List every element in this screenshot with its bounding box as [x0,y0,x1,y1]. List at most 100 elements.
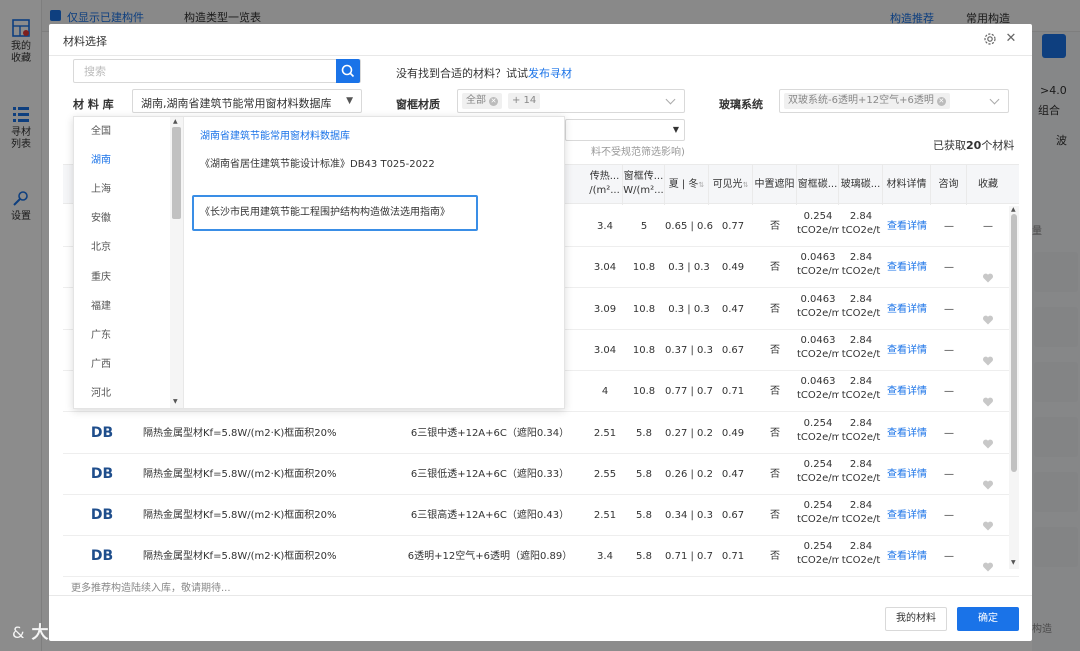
province-option[interactable]: 广东 [74,321,170,350]
view-detail-link[interactable]: 查看详情 [883,330,931,371]
table-row[interactable]: DB 隔热金属型材Kf=5.8W/(m2·K)框面积20% 6透明+12空气+6透明… [63,536,1019,578]
scroll-down-icon[interactable]: ▼ [1011,559,1016,566]
favorite-cell[interactable]: — [967,206,1009,247]
search-field[interactable] [73,59,361,83]
tag-text: 双玻系统-6透明+12空气+6透明 [788,95,934,106]
table-row[interactable]: DB 隔热金属型材Kf=5.8W/(m2·K)框面积20% 6三银低透+12A+6C… [63,453,1019,495]
sort-icon[interactable]: ⇅ [698,181,704,189]
view-detail-link[interactable]: 查看详情 [883,247,931,288]
table-row[interactable]: DB 隔热金属型材Kf=5.8W/(m2·K)框面积20% 6三银高透+12A+6C… [63,495,1019,537]
favorite-cell[interactable] [967,330,1009,371]
carbon-unit: tCO2e/t [841,225,881,236]
province-option[interactable]: 安徽 [74,204,170,233]
scroll-up-icon[interactable]: ▲ [173,118,178,125]
db-badge: DB [90,465,114,482]
heart-icon[interactable] [982,261,994,283]
heart-icon[interactable] [982,385,994,407]
heart-icon[interactable] [982,303,994,325]
db-badge: DB [90,507,114,524]
mid-shading-cell: 否 [770,551,780,563]
search-input[interactable] [74,60,324,82]
view-detail-link[interactable]: 查看详情 [883,454,931,495]
database-list: 湖南省建筑节能常用窗材料数据库 《湖南省居住建筑节能设计标准》DB43 T025-… [184,117,564,408]
carbon-value: 2.84 [849,334,873,346]
view-detail-link[interactable]: 查看详情 [883,413,931,454]
col-header-sc[interactable]: 夏 | 冬⇅ [665,165,709,205]
kf-value-cell: 5.8 [636,468,652,480]
tag-close-icon[interactable]: ✕ [936,97,946,106]
col-header-k[interactable]: 传热... /(m²... [587,165,623,205]
visible-light-cell: 0.49 [721,262,745,274]
view-detail-link[interactable]: 查看详情 [883,495,931,536]
consult-cell: — [944,468,954,480]
province-option[interactable]: 河北 [74,379,170,408]
frame-material-select[interactable]: 全部 ✕ + 14 [457,89,685,113]
province-option[interactable]: 北京 [74,233,170,262]
carbon-unit: tCO2e/m [797,431,839,443]
heart-icon[interactable] [982,427,994,448]
table-row[interactable]: DB 隔热金属型材Kf=5.8W/(m2·K)框面积20% 6三银中透+12A+6C… [63,412,1019,454]
publish-request-link[interactable]: 发布寻材 [528,67,572,80]
close-icon[interactable]: ✕ [1004,32,1018,46]
settings-gear-icon[interactable] [983,32,997,46]
partial-select[interactable]: ▼ [565,119,685,141]
province-scrollbar[interactable]: ▲ ▼ [170,117,183,408]
confirm-button[interactable]: 确定 [957,607,1019,631]
database-option[interactable]: 《湖南省居住建筑节能设计标准》DB43 T025-2022 [192,147,478,183]
library-select[interactable]: 湖南,湖南省建筑节能常用窗材料数据库 ▼ [132,89,362,113]
glass-carbon-cell: 2.84 tCO2e/t [839,413,883,454]
province-option[interactable]: 广西 [74,350,170,379]
tag-close-icon[interactable]: ✕ [489,97,498,106]
glass-carbon-cell: 2.84 tCO2e/t [839,289,883,330]
favorite-cell[interactable] [967,289,1009,330]
province-scroll-thumb[interactable] [172,127,181,219]
heart-icon[interactable] [982,509,994,531]
col-header-glass-carbon: 玻璃碳... [839,165,883,205]
view-detail-link[interactable]: 查看详情 [883,536,931,577]
my-materials-button[interactable]: 我的材料 [885,607,947,631]
favorite-cell[interactable] [967,413,1009,454]
view-detail-link[interactable]: 查看详情 [883,371,931,412]
province-option[interactable]: 上海 [74,175,170,204]
heart-icon[interactable] [982,344,994,366]
frame-tag-more: + 14 [508,93,541,109]
library-label: 材 料 库 [73,98,114,111]
frame-carbon-cell: 0.0463 tCO2e/m [797,247,839,288]
favorite-cell[interactable] [967,247,1009,288]
glass-tag[interactable]: 双玻系统-6透明+12空气+6透明 ✕ [784,93,950,109]
carbon-value: 2.84 [849,252,873,264]
sort-icon[interactable]: ⇅ [743,181,749,189]
favorite-cell[interactable] [967,495,1009,536]
table-scrollbar[interactable]: ▲ ▼ [1009,206,1019,569]
view-detail-link[interactable]: 查看详情 [883,206,931,247]
scroll-down-icon[interactable]: ▼ [173,398,178,405]
favorite-cell[interactable] [967,454,1009,495]
glass-system-cell: 6三银高透+12A+6C（遮阳0.43） [410,510,570,522]
favorite-cell[interactable] [967,536,1009,577]
glass-system-select[interactable]: 双玻系统-6透明+12空气+6透明 ✕ [779,89,1009,113]
visible-light-cell: 0.71 [721,386,745,398]
table-scroll-thumb[interactable] [1011,214,1017,472]
col-header-kf[interactable]: 窗框传... W/(m²... [623,165,665,205]
view-detail-link[interactable]: 查看详情 [883,289,931,330]
province-option[interactable]: 福建 [74,292,170,321]
frame-tag-all[interactable]: 全部 ✕ [462,93,502,109]
heart-icon[interactable] [982,468,994,490]
province-option[interactable]: 全国 [74,117,170,146]
search-button[interactable] [336,59,360,83]
province-option[interactable]: 湖南 [74,146,170,175]
k-value-cell: 3.4 [597,551,613,563]
carbon-unit: tCO2e/t [841,431,881,443]
database-option[interactable]: 《长沙市民用建筑节能工程围护结构构造做法选用指南》 [192,195,478,231]
heart-icon[interactable] [982,550,994,572]
visible-light-cell: 0.67 [721,344,745,356]
scroll-up-icon[interactable]: ▲ [1011,206,1016,213]
frame-carbon-cell: 0.0463 tCO2e/m [797,289,839,330]
header-text: 中置遮阳 [754,179,795,190]
favorite-cell[interactable] [967,371,1009,412]
hint-text: 没有找到合适的材料？试试发布寻材 [396,65,572,81]
kf-value-cell: 10.8 [632,303,656,315]
province-option[interactable]: 重庆 [74,263,170,292]
visible-light-cell: 0.77 [721,221,745,232]
col-header-visible[interactable]: 可见光⇅ [709,165,753,205]
